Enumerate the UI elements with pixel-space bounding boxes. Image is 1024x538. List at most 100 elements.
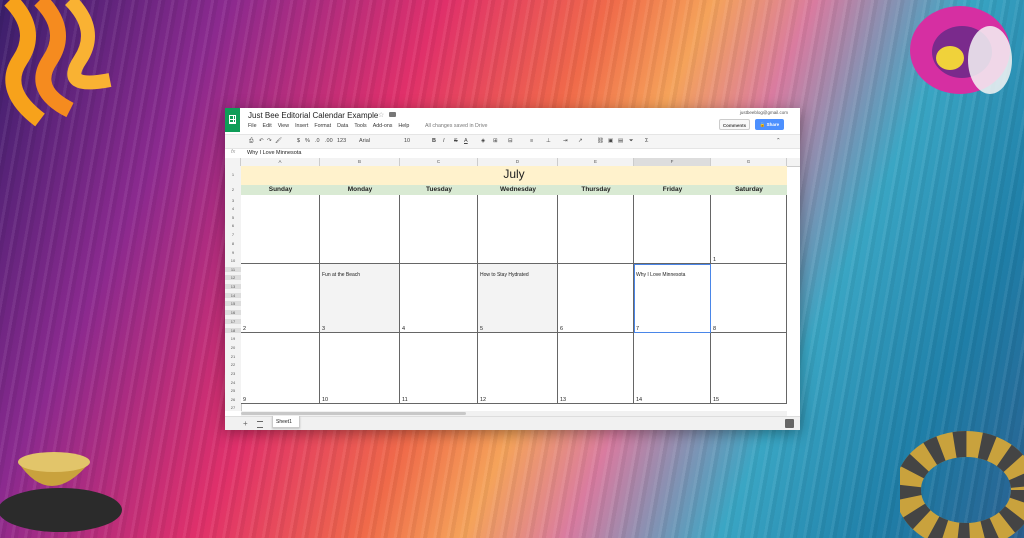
- weekday-tuesday[interactable]: Tuesday: [400, 185, 478, 195]
- column-header-g[interactable]: G: [711, 158, 787, 166]
- scrollbar-thumb[interactable]: [241, 412, 466, 415]
- filter-icon[interactable]: ⏷: [629, 137, 633, 146]
- column-header-e[interactable]: E: [558, 158, 634, 166]
- row-header[interactable]: 14: [225, 293, 241, 298]
- row-header[interactable]: 1: [225, 172, 241, 177]
- day-cell[interactable]: 4: [400, 264, 478, 333]
- row-header[interactable]: 20: [225, 345, 241, 350]
- menu-tools[interactable]: Tools: [354, 123, 366, 129]
- row-header[interactable]: 21: [225, 354, 241, 359]
- day-cell[interactable]: [320, 195, 400, 264]
- row-header[interactable]: 2: [225, 187, 241, 192]
- insert-link-icon[interactable]: ⛓: [597, 137, 604, 146]
- day-cell[interactable]: [241, 195, 320, 264]
- row-header[interactable]: 13: [225, 284, 241, 289]
- percent-icon[interactable]: %: [305, 137, 310, 146]
- day-cell[interactable]: How to Stay Hydrated 5: [478, 264, 558, 333]
- document-title[interactable]: Just Bee Editorial Calendar Example: [248, 111, 378, 120]
- row-header[interactable]: 19: [225, 336, 241, 341]
- day-cell[interactable]: 10: [320, 333, 400, 404]
- all-sheets-icon[interactable]: [257, 421, 263, 428]
- weekday-saturday[interactable]: Saturday: [711, 185, 787, 195]
- account-email[interactable]: justbeeblog@gmail.com: [740, 110, 788, 115]
- redo-icon[interactable]: ↷: [267, 137, 272, 146]
- menu-insert[interactable]: Insert: [295, 123, 308, 129]
- day-cell[interactable]: 2: [241, 264, 320, 333]
- column-header-b[interactable]: B: [320, 158, 400, 166]
- explore-icon[interactable]: [785, 419, 794, 428]
- undo-icon[interactable]: ↶: [259, 137, 264, 146]
- currency-icon[interactable]: $: [297, 137, 300, 146]
- day-cell[interactable]: [634, 195, 711, 264]
- decimal-decrease-icon[interactable]: .0: [315, 137, 320, 146]
- weekday-monday[interactable]: Monday: [320, 185, 400, 195]
- decimal-increase-icon[interactable]: .00: [325, 137, 333, 146]
- day-cell[interactable]: 6: [558, 264, 634, 333]
- month-header-cell[interactable]: July: [241, 166, 787, 186]
- row-header[interactable]: 18: [225, 328, 241, 333]
- menu-file[interactable]: File: [248, 123, 257, 129]
- menu-view[interactable]: View: [278, 123, 289, 129]
- day-cell[interactable]: [400, 195, 478, 264]
- row-header[interactable]: 6: [225, 223, 241, 228]
- formula-input[interactable]: Why I Love Minnesota: [247, 150, 301, 156]
- day-cell[interactable]: 14: [634, 333, 711, 404]
- row-header[interactable]: 23: [225, 371, 241, 376]
- day-cell[interactable]: 8: [711, 264, 787, 333]
- select-all-corner[interactable]: [225, 158, 241, 166]
- sheet-tab[interactable]: Sheet1: [272, 416, 300, 428]
- day-cell[interactable]: 11: [400, 333, 478, 404]
- bold-button[interactable]: B: [432, 137, 436, 146]
- day-cell[interactable]: 13: [558, 333, 634, 404]
- fill-color-icon[interactable]: ◈: [481, 137, 485, 146]
- menu-data[interactable]: Data: [337, 123, 348, 129]
- folder-icon[interactable]: [389, 112, 396, 117]
- row-header[interactable]: 10: [225, 258, 241, 263]
- menu-addons[interactable]: Add-ons: [373, 123, 393, 129]
- text-rotation-icon[interactable]: ↗: [578, 137, 583, 146]
- day-cell[interactable]: 9: [241, 333, 320, 404]
- weekday-thursday[interactable]: Thursday: [558, 185, 634, 195]
- row-header[interactable]: 22: [225, 362, 241, 367]
- row-header[interactable]: 15: [225, 301, 241, 306]
- borders-icon[interactable]: ⊞: [493, 137, 498, 146]
- row-header[interactable]: 4: [225, 206, 241, 211]
- day-cell[interactable]: 1: [711, 195, 787, 264]
- functions-button[interactable]: Σ: [645, 137, 648, 146]
- row-header[interactable]: 3: [225, 198, 241, 203]
- weekday-friday[interactable]: Friday: [634, 185, 711, 195]
- add-sheet-button[interactable]: +: [243, 419, 248, 428]
- comments-button[interactable]: Comments: [719, 119, 750, 130]
- row-header[interactable]: 24: [225, 380, 241, 385]
- weekday-wednesday[interactable]: Wednesday: [478, 185, 558, 195]
- day-cell[interactable]: 15: [711, 333, 787, 404]
- font-dropdown[interactable]: Arial: [359, 137, 370, 146]
- merge-cells-icon[interactable]: ⊟: [508, 137, 513, 146]
- column-header-a[interactable]: A: [241, 158, 320, 166]
- collapse-toolbar-icon[interactable]: ⌃: [776, 137, 781, 146]
- day-cell[interactable]: [558, 195, 634, 264]
- row-header[interactable]: 11: [225, 267, 241, 272]
- row-header[interactable]: 17: [225, 319, 241, 324]
- row-header[interactable]: 9: [225, 250, 241, 255]
- day-cell[interactable]: [478, 195, 558, 264]
- day-cell[interactable]: 12: [478, 333, 558, 404]
- weekday-sunday[interactable]: Sunday: [241, 185, 320, 195]
- star-icon[interactable]: ☆: [378, 111, 384, 119]
- menu-edit[interactable]: Edit: [263, 123, 272, 129]
- day-cell[interactable]: Fun at the Beach 3: [320, 264, 400, 333]
- column-header-d[interactable]: D: [478, 158, 558, 166]
- strikethrough-button[interactable]: S: [454, 137, 458, 146]
- sheets-logo-icon[interactable]: [225, 108, 240, 132]
- paint-format-icon[interactable]: 🖌: [275, 137, 282, 146]
- row-header[interactable]: 16: [225, 310, 241, 315]
- column-header-c[interactable]: C: [400, 158, 478, 166]
- align-left-icon[interactable]: ≡: [530, 137, 533, 146]
- column-header-f[interactable]: F: [634, 158, 711, 166]
- text-color-button[interactable]: A: [464, 137, 468, 146]
- row-header[interactable]: 27: [225, 405, 241, 410]
- row-header[interactable]: 12: [225, 275, 241, 280]
- print-icon[interactable]: ⎙: [249, 137, 253, 146]
- row-header[interactable]: 26: [225, 397, 241, 402]
- text-wrap-icon[interactable]: ⇥: [563, 137, 568, 146]
